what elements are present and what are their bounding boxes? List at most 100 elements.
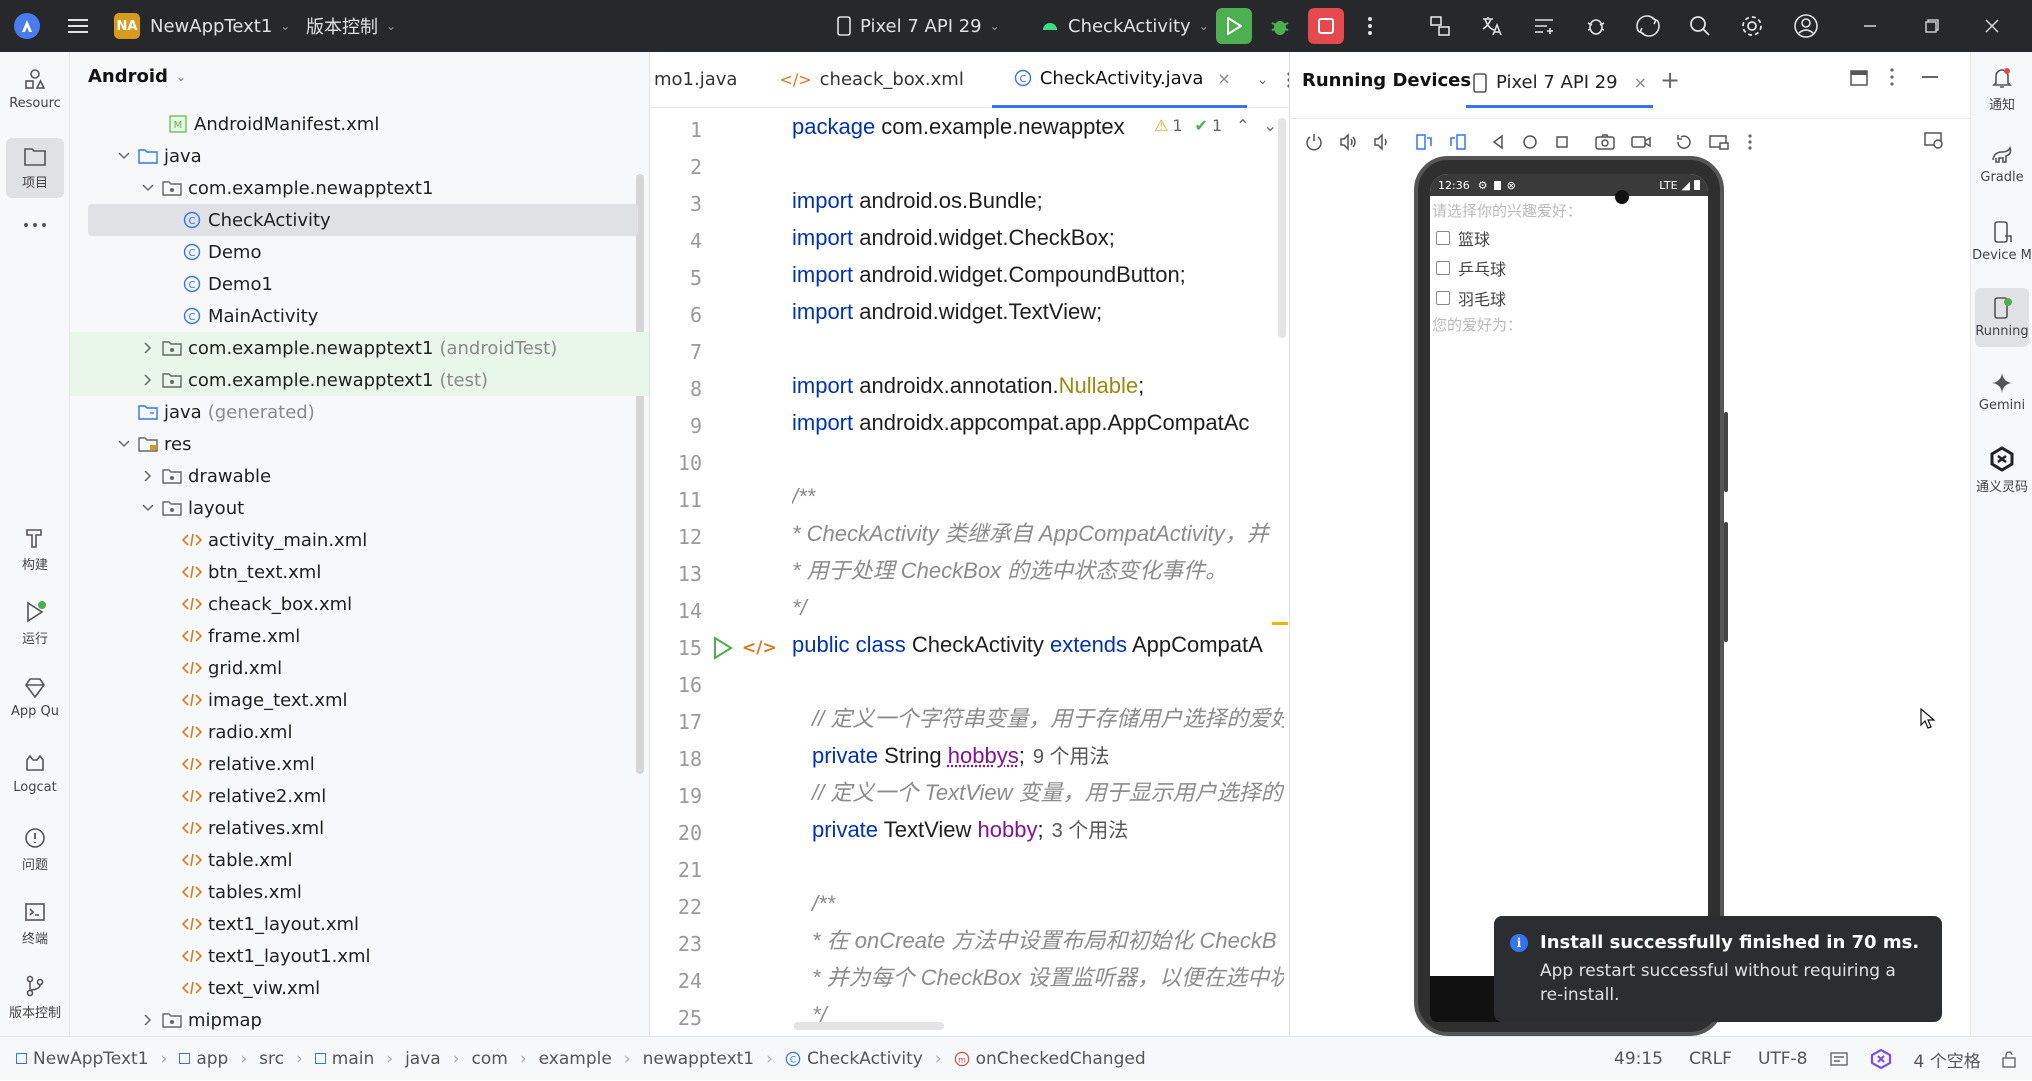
chevron-down-icon[interactable]: [116, 148, 132, 164]
more-actions-button[interactable]: [1352, 4, 1388, 48]
logcat-tool[interactable]: Logcat: [0, 752, 70, 795]
breadcrumb-item[interactable]: java: [405, 1049, 441, 1069]
screenshot-icon[interactable]: [1594, 132, 1616, 152]
editor-scrollbar[interactable]: [1278, 118, 1286, 338]
caret-position[interactable]: 49:15: [1614, 1049, 1663, 1069]
chevron-down-icon[interactable]: [116, 436, 132, 452]
rotate-right-icon[interactable]: [1448, 132, 1468, 152]
terminal-tool[interactable]: 终端: [0, 900, 70, 947]
account-button[interactable]: [1784, 4, 1828, 48]
add-device-tab-button[interactable]: +: [1660, 66, 1680, 94]
lock-icon[interactable]: [2001, 1050, 2017, 1068]
volume-up-icon[interactable]: [1338, 132, 1358, 152]
volume-down-icon[interactable]: [1372, 132, 1392, 152]
device-manager-tool[interactable]: Device M: [1971, 220, 2032, 263]
line-separator[interactable]: CRLF: [1689, 1049, 1732, 1069]
display-mode-icon[interactable]: [1924, 132, 1944, 150]
debug-button[interactable]: [1258, 4, 1302, 48]
usages-hint[interactable]: 3 个用法: [1052, 820, 1129, 842]
device-power-key[interactable]: [1724, 412, 1728, 492]
tree-item-xml[interactable]: activity_main.xml: [70, 524, 650, 556]
rotate-left-icon[interactable]: [1414, 132, 1434, 152]
readonly-toggle-icon[interactable]: [1830, 1051, 1848, 1067]
stop-button[interactable]: [1308, 8, 1344, 44]
tree-item-xml[interactable]: relative2.xml: [70, 780, 650, 812]
reset-icon[interactable]: [1674, 132, 1694, 152]
tongyi-status-icon[interactable]: [1870, 1049, 1892, 1069]
notifications-tool[interactable]: 通知: [1971, 66, 2032, 113]
checkbox-pingpong[interactable]: 乒乓球: [1436, 256, 1506, 280]
tab-checkactivity-java[interactable]: C CheckActivity.java ×: [992, 52, 1247, 108]
device-mirroring-button[interactable]: [1626, 4, 1670, 48]
tree-item-java[interactable]: java: [70, 140, 650, 172]
usages-hint[interactable]: 9 个用法: [1033, 746, 1110, 768]
tree-item-xml[interactable]: radio.xml: [70, 716, 650, 748]
editor-horizontal-scrollbar[interactable]: [794, 1022, 944, 1030]
settings-button[interactable]: [1730, 4, 1774, 48]
chevron-right-icon[interactable]: [140, 372, 156, 388]
tree-item-drawable[interactable]: drawable: [70, 460, 650, 492]
power-icon[interactable]: [1304, 132, 1324, 152]
related-layout-icon[interactable]: </>: [742, 638, 777, 658]
run-button[interactable]: [1216, 8, 1252, 44]
overview-icon[interactable]: [1554, 134, 1570, 150]
breadcrumb-item[interactable]: newapptext1: [643, 1049, 755, 1069]
gemini-tool[interactable]: Gemini: [1971, 372, 2032, 413]
tree-item-xml[interactable]: btn_text.xml: [70, 556, 650, 588]
android-studio-logo-icon[interactable]: [14, 13, 40, 39]
breadcrumb-item[interactable]: com: [472, 1049, 508, 1069]
project-structure-button[interactable]: [1418, 4, 1462, 48]
indent-setting[interactable]: 4 个空格: [1914, 1047, 1981, 1072]
breadcrumb-item[interactable]: src: [259, 1049, 284, 1069]
tree-item-mipmap[interactable]: mipmap: [70, 1004, 650, 1036]
chevron-right-icon[interactable]: [140, 1012, 156, 1028]
build-tool[interactable]: 构建: [0, 526, 70, 573]
tree-item-xml[interactable]: relative.xml: [70, 748, 650, 780]
running-devices-tool[interactable]: Running: [1975, 288, 2029, 347]
tree-item-layout[interactable]: layout: [70, 492, 650, 524]
vcs-tool[interactable]: 版本控制: [0, 974, 70, 1021]
tree-item-xml[interactable]: text1_layout1.xml: [70, 940, 650, 972]
restore-button[interactable]: [1910, 4, 1954, 48]
chevron-down-icon[interactable]: [140, 500, 156, 516]
tree-item-xml[interactable]: image_text.xml: [70, 684, 650, 716]
tree-item-demo1[interactable]: C Demo1: [70, 268, 650, 300]
back-icon[interactable]: [1490, 134, 1506, 150]
devices-more-button[interactable]: [1890, 68, 1894, 86]
breadcrumb-item[interactable]: app: [196, 1049, 228, 1069]
translate-button[interactable]: [1470, 4, 1514, 48]
minimize-button[interactable]: [1848, 4, 1892, 48]
tree-item-xml[interactable]: frame.xml: [70, 620, 650, 652]
chevron-down-icon[interactable]: [140, 180, 156, 196]
tab-more-button[interactable]: [1279, 52, 1290, 108]
tree-item-res[interactable]: res: [70, 428, 650, 460]
tree-item-xml[interactable]: text1_layout.xml: [70, 908, 650, 940]
tree-item-xml[interactable]: table.xml: [70, 844, 650, 876]
close-tab-icon[interactable]: ×: [1217, 69, 1230, 88]
breadcrumb-item[interactable]: NewAppText1: [33, 1049, 149, 1069]
project-tool[interactable]: 项目: [6, 138, 64, 198]
tree-item-java-generated[interactable]: java (generated): [70, 396, 650, 428]
project-view-selector[interactable]: Android ⌄: [88, 66, 186, 87]
close-tab-icon[interactable]: ×: [1634, 73, 1647, 92]
run-gutter-icon[interactable]: [712, 636, 734, 660]
attach-debugger-button[interactable]: [1574, 4, 1618, 48]
tree-item-mainactivity[interactable]: C MainActivity: [70, 300, 650, 332]
run-config-selector[interactable]: CheckActivity ⌄: [1040, 0, 1209, 52]
breadcrumb-item[interactable]: CheckActivity: [807, 1049, 923, 1069]
main-menu-icon[interactable]: [56, 4, 100, 48]
tree-item-demo[interactable]: C Demo: [70, 236, 650, 268]
run-tool[interactable]: 运行: [0, 600, 70, 647]
hide-panel-button[interactable]: [1922, 76, 1938, 78]
vcs-selector[interactable]: 版本控制 ⌄: [306, 0, 396, 52]
tree-item-test-package[interactable]: com.example.newapptext1 (test): [70, 364, 650, 396]
chevron-right-icon[interactable]: [140, 468, 156, 484]
code-area[interactable]: package com.example.newapptex import and…: [792, 108, 1284, 1036]
more-tools-button[interactable]: [0, 222, 70, 228]
tree-item-xml[interactable]: cheack_box.xml: [70, 588, 650, 620]
close-window-button[interactable]: [1970, 4, 2014, 48]
breadcrumb-item[interactable]: main: [332, 1049, 374, 1069]
tree-item-android-test-package[interactable]: com.example.newapptext1 (androidTest): [70, 332, 650, 364]
file-encoding[interactable]: UTF-8: [1758, 1049, 1808, 1069]
app-quality-tool[interactable]: App Qu: [0, 676, 70, 719]
